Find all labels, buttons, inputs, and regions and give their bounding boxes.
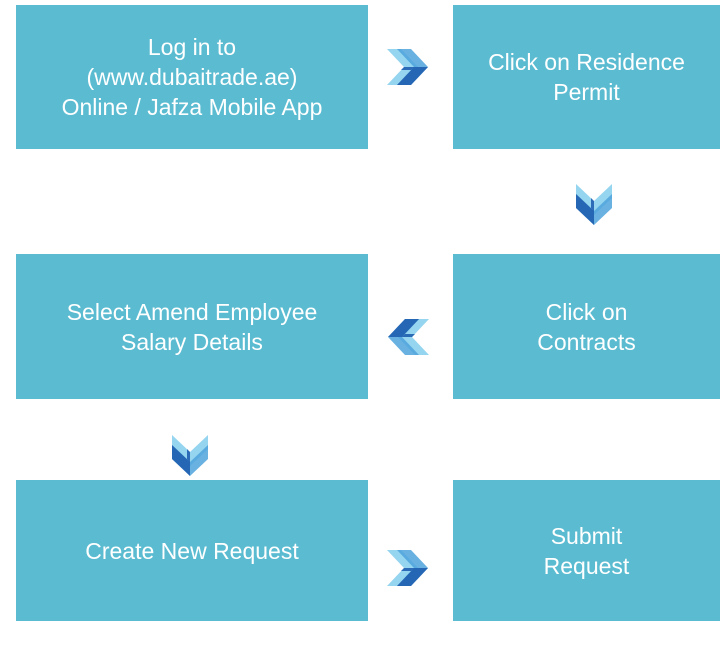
arrow-right-icon [383,543,433,593]
arrow-right-icon [383,42,433,92]
arrow-down-icon-graphic [576,184,612,225]
arrow-right-icon-graphic [387,49,428,85]
arrow-down-icon [569,180,619,230]
step-box-create-request: Create New Request [16,480,368,621]
arrow-down-icon [165,431,215,481]
step-box-login: Log in to (www.dubaitrade.ae) Online / J… [16,5,368,149]
step-label-contracts: Click on Contracts [537,298,636,355]
step-label-submit-request: Submit Request [543,522,630,579]
step-label-amend-salary: Select Amend Employee Salary Details [66,298,318,355]
step-label-login: Log in to (www.dubaitrade.ae) Online / J… [61,34,323,120]
arrow-right-icon-graphic [387,550,428,586]
step-label-create-request: Create New Request [85,537,299,564]
arrow-left-icon-graphic [388,319,429,355]
arrow-down-icon-graphic [172,435,208,476]
arrow-left-icon [383,312,433,362]
step-box-residence-permit: Click on Residence Permit [453,5,720,149]
step-box-amend-salary: Select Amend Employee Salary Details [16,254,368,399]
step-box-contracts: Click on Contracts [453,254,720,399]
step-label-residence-permit: Click on Residence Permit [488,49,685,105]
step-box-submit-request: Submit Request [453,480,720,621]
